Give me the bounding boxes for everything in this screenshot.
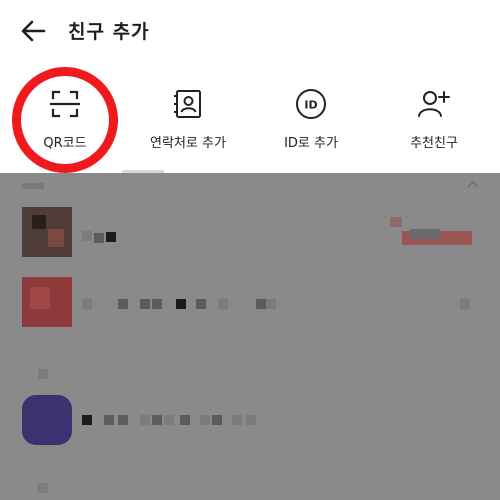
id-add-option[interactable]: ID ID로 추가 [251,80,371,170]
back-button[interactable] [18,17,50,45]
recommended-friends-option[interactable]: 추천친구 [374,80,494,170]
list-item [176,299,186,309]
list-item [82,231,92,241]
contact-book-icon [174,90,201,118]
list-item [82,299,92,309]
list-item [200,415,210,425]
person-add-icon [418,91,450,117]
avatar [22,277,72,327]
dimmed-friend-list [0,173,500,500]
list-item [38,483,48,493]
list-item [212,415,222,425]
list-item [460,299,470,309]
svg-text:ID: ID [304,99,317,112]
list-item [180,415,190,425]
qr-code-option[interactable]: QR코드 [5,80,125,170]
section-header [22,183,44,189]
add-friend-options: QR코드 연락처로 추가 ID ID로 추가 추천친구 [0,62,500,172]
page-title: 친구 추가 [68,21,150,43]
contact-add-option[interactable]: 연락처로 추가 [128,80,248,170]
list-item [152,299,162,309]
qr-code-label: QR코드 [43,136,87,151]
list-item [104,415,114,425]
id-add-label: ID로 추가 [284,136,338,151]
list-item [94,233,104,243]
list-item [152,415,162,425]
list-item [82,415,92,425]
status-badge [390,217,402,227]
qr-scan-icon [49,90,81,118]
list-item [164,415,174,425]
list-item [266,299,276,309]
id-badge-icon: ID [296,89,326,119]
list-item [196,299,206,309]
status-badge [410,229,440,239]
list-item [38,369,48,379]
list-item [140,299,150,309]
list-item [106,232,116,242]
contact-add-label: 연락처로 추가 [150,136,226,151]
app-header: 친구 추가 [0,0,500,62]
chevron-up-icon [467,180,479,188]
list-item [232,415,242,425]
avatar [22,395,72,445]
list-item [256,299,266,309]
list-item [246,415,256,425]
list-item [140,415,150,425]
recommended-friends-label: 추천친구 [410,136,458,151]
list-item [118,415,128,425]
list-item [218,299,228,309]
avatar [22,207,72,257]
arrow-left-icon [21,20,46,42]
list-item [118,299,128,309]
